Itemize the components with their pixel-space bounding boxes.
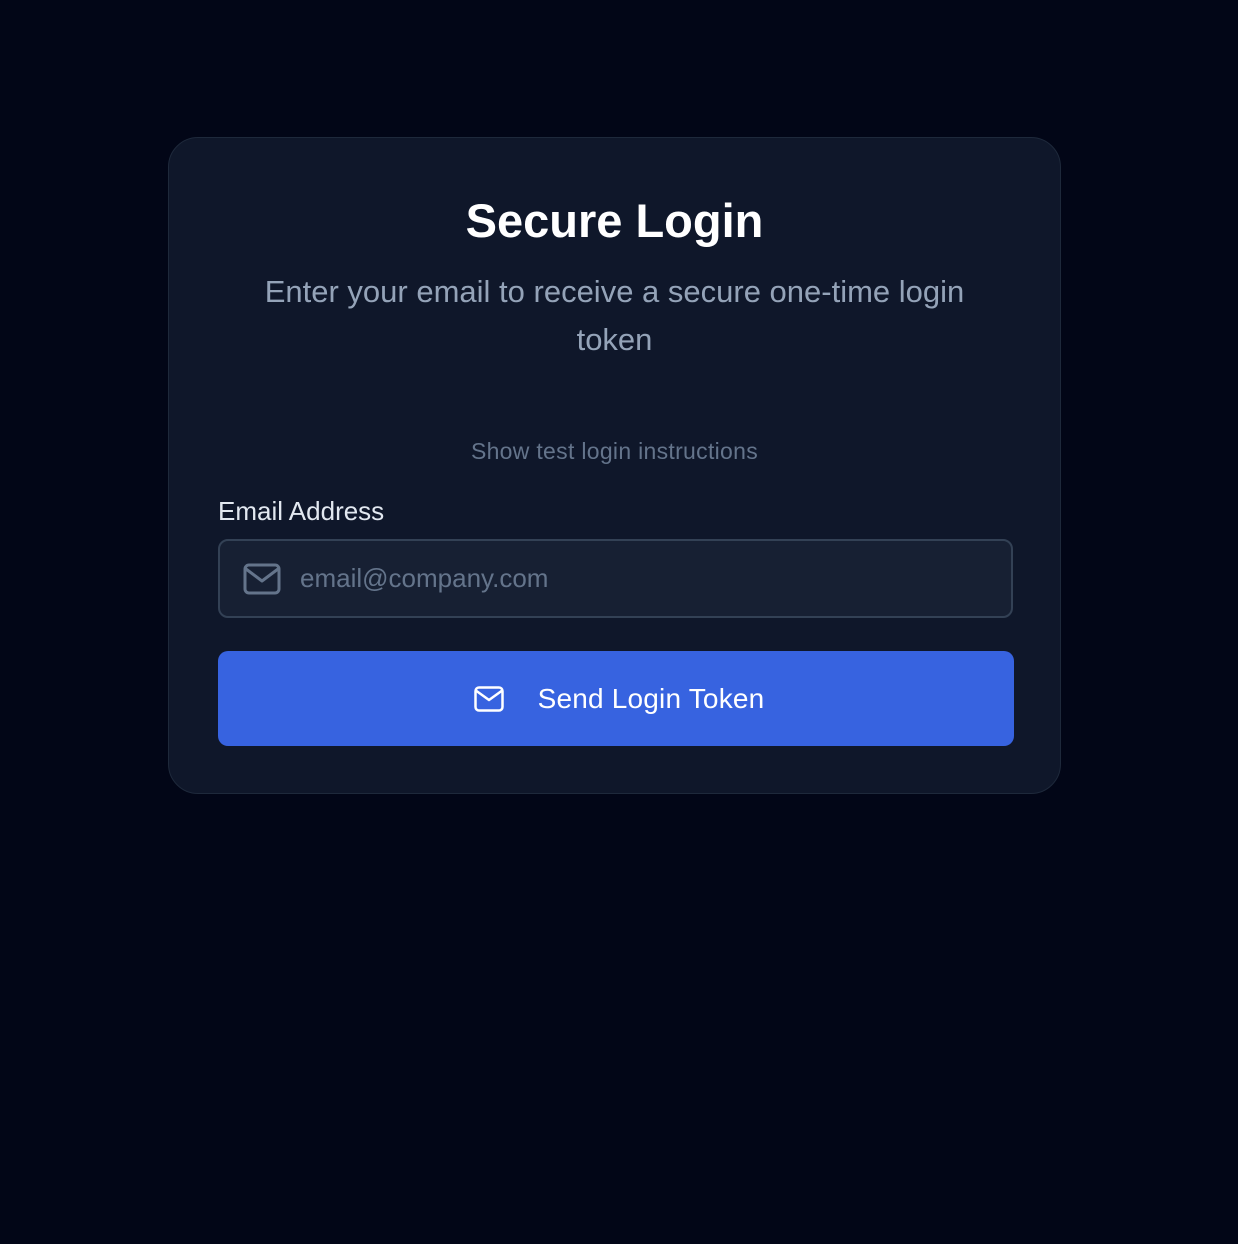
login-card: Secure Login Enter your email to receive… [168, 137, 1061, 794]
send-login-token-button[interactable]: Send Login Token [218, 651, 1014, 746]
email-label: Email Address [218, 496, 385, 526]
send-login-token-label: Send Login Token [537, 682, 765, 714]
email-field[interactable] [300, 541, 1000, 616]
page-title: Secure Login [465, 194, 764, 247]
mail-icon [473, 685, 504, 712]
mail-icon [243, 563, 281, 595]
page-subtitle: Enter your email to receive a secure one… [264, 274, 965, 357]
email-field-wrapper [218, 539, 1013, 618]
show-test-login-instructions-link[interactable]: Show test login instructions [169, 436, 1060, 466]
